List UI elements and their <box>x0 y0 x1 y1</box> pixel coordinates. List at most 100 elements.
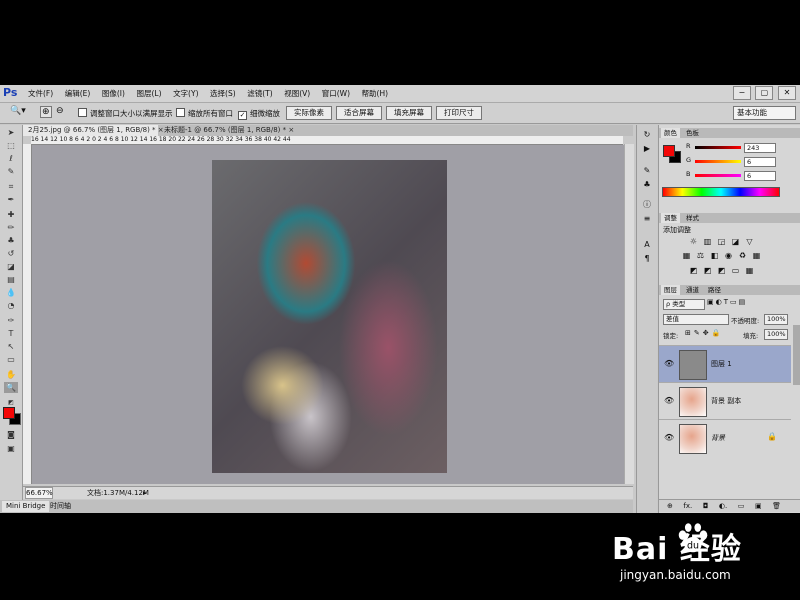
menu-layer[interactable]: 图层(L) <box>136 88 161 99</box>
info-icon[interactable]: ⓘ <box>641 199 653 210</box>
status-arrow-icon[interactable]: ▸ <box>143 487 147 499</box>
new-layer-icon[interactable]: ▣ <box>755 500 762 512</box>
threshold-icon[interactable]: ◩ <box>717 266 726 275</box>
hue-icon[interactable]: ▦ <box>682 251 691 260</box>
invert-icon[interactable]: ◩ <box>689 266 698 275</box>
color-fg-swatch[interactable] <box>663 145 675 157</box>
history-brush-icon[interactable]: ↺ <box>4 248 18 259</box>
menu-select[interactable]: 选择(S) <box>210 88 236 99</box>
link-layers-icon[interactable]: ⊕ <box>667 500 673 512</box>
exposure-icon[interactable]: ◪ <box>731 237 740 246</box>
lasso-tool-icon[interactable]: ℓ <box>4 153 18 164</box>
move-tool-icon[interactable]: ➤ <box>4 127 18 138</box>
workspace-select[interactable]: 基本功能 <box>733 106 796 120</box>
add-mask-icon[interactable]: ◘ <box>703 500 709 512</box>
brush-tool-icon[interactable]: ✏ <box>4 222 18 233</box>
character-icon[interactable]: A <box>641 239 653 250</box>
actions-icon[interactable]: ▶ <box>641 143 653 154</box>
tab-swatches[interactable]: 色板 <box>683 128 702 138</box>
scrubby-zoom-checkbox[interactable]: ✓ 细微缩放 <box>238 108 280 120</box>
eye-icon[interactable]: 👁 <box>664 433 674 442</box>
pen-tool-icon[interactable]: ✑ <box>4 315 18 326</box>
trash-icon[interactable]: 🗑 <box>772 500 781 512</box>
zoom-level[interactable]: 66.67% <box>25 487 53 499</box>
canvas-pasteboard[interactable] <box>32 145 624 484</box>
menu-edit[interactable]: 编辑(E) <box>65 88 91 99</box>
actual-pixels-button[interactable]: 实际像素 <box>286 106 332 120</box>
clone-source-icon[interactable]: ♣ <box>641 179 653 190</box>
color-lookup-icon[interactable]: ▦ <box>752 251 761 260</box>
r-slider[interactable] <box>695 146 741 149</box>
screen-mode-icon[interactable]: ▣ <box>4 443 18 454</box>
zoom-tool-preset-icon[interactable]: 🔍▾ <box>10 106 26 116</box>
quick-select-tool-icon[interactable]: ✎ <box>4 166 18 177</box>
lock-icon[interactable]: 🔒 <box>767 432 777 441</box>
eyedropper-tool-icon[interactable]: ✒ <box>4 194 18 205</box>
posterize-icon[interactable]: ◩ <box>703 266 712 275</box>
canvas-image[interactable] <box>212 160 447 473</box>
hand-tool-icon[interactable]: ✋ <box>4 369 18 380</box>
layer-row-2[interactable]: 👁 背景 副本 <box>659 382 791 419</box>
layer-row-1[interactable]: 👁 图层 1 <box>659 345 791 382</box>
crop-tool-icon[interactable]: ⌗ <box>4 181 18 192</box>
brush-panel-icon[interactable]: ✎ <box>641 165 653 176</box>
vibrance-icon[interactable]: ▽ <box>745 237 754 246</box>
restore-button[interactable]: ▢ <box>755 86 774 100</box>
tab-styles[interactable]: 样式 <box>683 213 702 223</box>
new-adjustment-icon[interactable]: ◐. <box>719 500 727 512</box>
menu-filter[interactable]: 滤镜(T) <box>247 88 272 99</box>
doc-tab-active[interactable]: 2月25.jpg @ 66.7% (图层 1, RGB/8) * × <box>23 125 164 136</box>
selective-color-icon[interactable]: ▦ <box>745 266 754 275</box>
b-value[interactable]: 6 <box>744 171 776 181</box>
marquee-tool-icon[interactable]: ⬚ <box>4 140 18 151</box>
tab-color[interactable]: 颜色 <box>661 128 680 138</box>
menu-file[interactable]: 文件(F) <box>28 88 53 99</box>
stamp-tool-icon[interactable]: ♣ <box>4 235 18 246</box>
g-slider[interactable] <box>695 160 741 163</box>
color-spectrum[interactable] <box>662 187 780 197</box>
fill-input[interactable]: 100% <box>764 329 788 340</box>
fx-icon[interactable]: fx. <box>683 500 692 512</box>
history-icon[interactable]: ↻ <box>641 129 653 140</box>
menu-view[interactable]: 视图(V) <box>284 88 310 99</box>
menu-image[interactable]: 图像(I) <box>102 88 125 99</box>
bw-icon[interactable]: ◧ <box>710 251 719 260</box>
zoom-in-icon[interactable]: ⊕ <box>40 106 52 118</box>
photo-filter-icon[interactable]: ◉ <box>724 251 733 260</box>
properties-icon[interactable]: ≡ <box>641 213 653 224</box>
tab-mini-bridge[interactable]: Mini Bridge <box>2 501 50 512</box>
tab-timeline[interactable]: 时间轴 <box>46 501 75 512</box>
blend-mode-select[interactable]: 差值 <box>663 314 729 325</box>
type-tool-icon[interactable]: T <box>4 328 18 339</box>
fill-screen-button[interactable]: 填充屏幕 <box>386 106 432 120</box>
gradient-map-icon[interactable]: ▭ <box>731 266 740 275</box>
paragraph-icon[interactable]: ¶ <box>641 253 653 264</box>
quick-mask-icon[interactable]: ◙ <box>4 429 18 440</box>
b-slider[interactable] <box>695 174 741 177</box>
channel-mixer-icon[interactable]: ♻ <box>738 251 747 260</box>
zoom-out-icon[interactable]: ⊖ <box>56 106 64 116</box>
eraser-tool-icon[interactable]: ◪ <box>4 261 18 272</box>
vertical-scrollbar[interactable] <box>624 144 634 484</box>
minimize-button[interactable]: − <box>732 86 751 100</box>
layer-kind-filter[interactable]: ρ 类型 <box>663 299 705 310</box>
new-group-icon[interactable]: ▭ <box>738 500 745 512</box>
close-button[interactable]: ✕ <box>778 86 796 100</box>
lock-icons[interactable]: ⊞✎✥🔒 <box>685 329 723 337</box>
blur-tool-icon[interactable]: 💧 <box>4 287 18 298</box>
color-balance-icon[interactable]: ⚖ <box>696 251 705 260</box>
menu-type[interactable]: 文字(Y) <box>173 88 198 99</box>
menu-window[interactable]: 窗口(W) <box>322 88 350 99</box>
tab-adjustments[interactable]: 调整 <box>661 213 680 223</box>
eye-icon[interactable]: 👁 <box>664 396 674 405</box>
r-value[interactable]: 243 <box>744 143 776 153</box>
brightness-icon[interactable]: ☼ <box>689 237 698 246</box>
curves-icon[interactable]: ◲ <box>717 237 726 246</box>
levels-icon[interactable]: ▥ <box>703 237 712 246</box>
tab-paths[interactable]: 路径 <box>705 285 724 295</box>
healing-tool-icon[interactable]: ✚ <box>4 209 18 220</box>
fit-screen-button[interactable]: 适合屏幕 <box>336 106 382 120</box>
layers-scrollbar[interactable] <box>793 325 800 385</box>
eye-icon[interactable]: 👁 <box>664 359 674 368</box>
tab-channels[interactable]: 通道 <box>683 285 702 295</box>
